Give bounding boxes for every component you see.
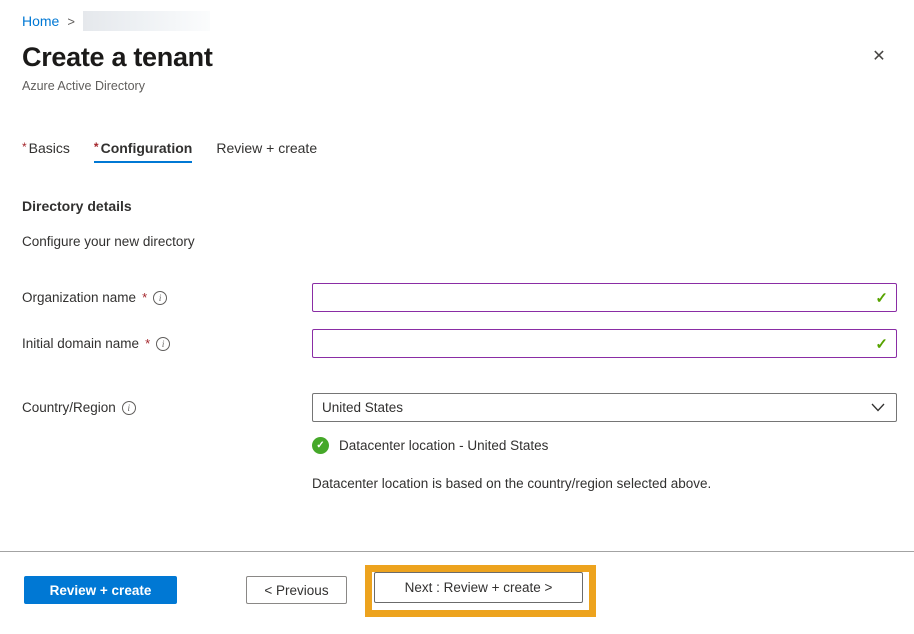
page-title: Create a tenant xyxy=(22,42,213,73)
tab-label: Review + create xyxy=(216,140,317,156)
breadcrumb: Home > xyxy=(22,11,210,31)
country-region-select[interactable]: United States xyxy=(312,393,897,422)
required-asterisk: * xyxy=(142,290,147,305)
label-text: Initial domain name xyxy=(22,336,139,351)
tab-review-create[interactable]: Review + create xyxy=(216,140,317,163)
tab-label: Basics xyxy=(29,140,70,156)
section-heading: Directory details xyxy=(22,198,132,214)
info-icon[interactable]: i xyxy=(153,291,167,305)
info-icon[interactable]: i xyxy=(156,337,170,351)
country-region-label: Country/Region i xyxy=(22,400,136,415)
label-text: Organization name xyxy=(22,290,136,305)
datacenter-status-text: Datacenter location - United States xyxy=(339,438,548,453)
breadcrumb-home-link[interactable]: Home xyxy=(22,13,59,29)
tab-configuration[interactable]: * Configuration xyxy=(94,140,192,163)
tab-label: Configuration xyxy=(101,140,193,156)
initial-domain-name-label: Initial domain name * i xyxy=(22,336,170,351)
page-subtitle: Azure Active Directory xyxy=(22,79,145,93)
organization-name-label: Organization name * i xyxy=(22,290,167,305)
section-description: Configure your new directory xyxy=(22,234,195,249)
success-check-icon: ✓ xyxy=(312,437,329,454)
required-asterisk: * xyxy=(145,336,150,351)
datacenter-note: Datacenter location is based on the coun… xyxy=(312,476,711,491)
select-value: United States xyxy=(322,400,403,415)
close-icon[interactable]: ✕ xyxy=(869,47,889,67)
info-icon[interactable]: i xyxy=(122,401,136,415)
datacenter-status: ✓ Datacenter location - United States xyxy=(312,437,548,454)
previous-button[interactable]: < Previous xyxy=(246,576,347,604)
chevron-down-icon xyxy=(871,403,885,412)
footer-divider xyxy=(0,551,914,552)
breadcrumb-redacted-item[interactable] xyxy=(83,11,210,31)
create-tenant-page: Home > Create a tenant Azure Active Dire… xyxy=(0,0,914,634)
organization-name-field-wrap: ✓ xyxy=(312,283,897,312)
organization-name-input[interactable] xyxy=(312,283,897,312)
wizard-tabs: * Basics * Configuration Review + create xyxy=(22,140,341,163)
breadcrumb-chevron-icon: > xyxy=(67,14,75,29)
next-review-create-button[interactable]: Next : Review + create > xyxy=(374,572,583,603)
initial-domain-name-input[interactable] xyxy=(312,329,897,358)
review-create-button[interactable]: Review + create xyxy=(24,576,177,604)
initial-domain-name-field-wrap: ✓ xyxy=(312,329,897,358)
tab-basics[interactable]: * Basics xyxy=(22,140,70,163)
required-asterisk: * xyxy=(22,140,27,153)
required-asterisk: * xyxy=(94,140,99,153)
label-text: Country/Region xyxy=(22,400,116,415)
